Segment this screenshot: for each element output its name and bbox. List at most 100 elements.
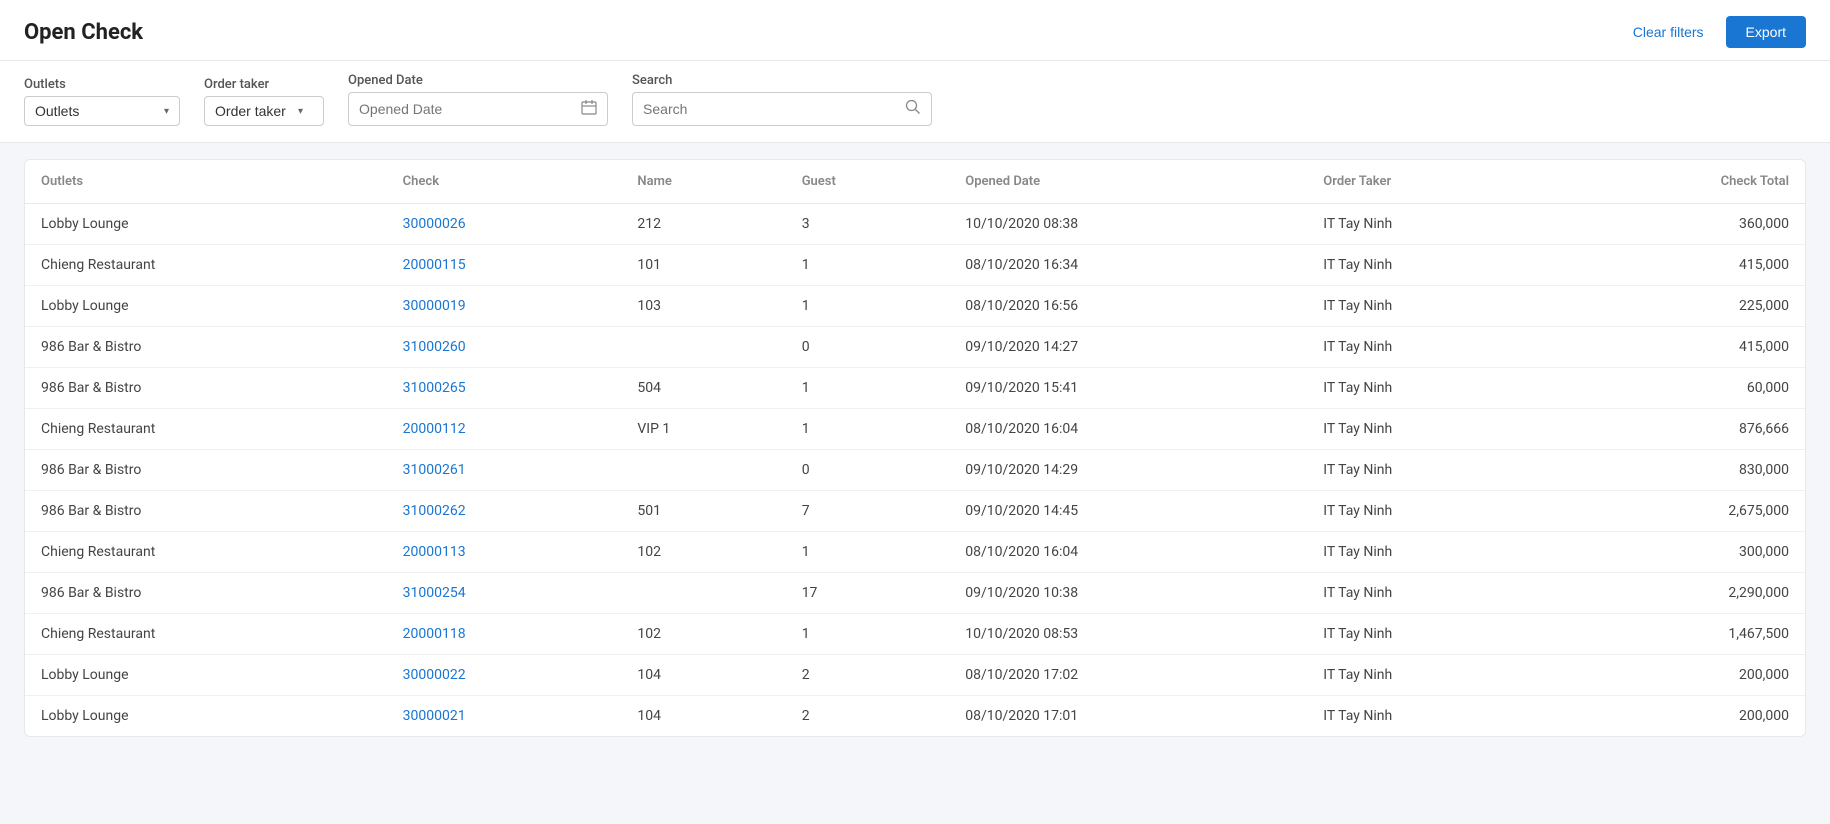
cell-check: 20000113	[387, 532, 622, 573]
cell-check-total: 225,000	[1557, 286, 1805, 327]
table-row: 986 Bar & Bistro 31000254 17 09/10/2020 …	[25, 573, 1805, 614]
cell-order-taker: IT Tay Ninh	[1307, 327, 1556, 368]
check-link[interactable]: 20000115	[403, 257, 466, 273]
cell-name: 104	[621, 655, 785, 696]
search-input-wrapper[interactable]	[632, 92, 932, 126]
cell-name: 103	[621, 286, 785, 327]
cell-outlet: Chieng Restaurant	[25, 614, 387, 655]
cell-name: 101	[621, 245, 785, 286]
calendar-icon	[581, 99, 597, 119]
opened-date-input-wrapper[interactable]	[348, 92, 608, 126]
header-actions: Clear filters Export	[1623, 16, 1806, 48]
cell-name	[621, 573, 785, 614]
opened-date-filter-label: Opened Date	[348, 73, 608, 88]
search-filter-label: Search	[632, 73, 932, 88]
cell-check: 30000021	[387, 696, 622, 737]
check-link[interactable]: 30000019	[403, 298, 466, 314]
cell-opened-date: 08/10/2020 16:04	[949, 409, 1307, 450]
cell-outlet: 986 Bar & Bistro	[25, 573, 387, 614]
cell-order-taker: IT Tay Ninh	[1307, 532, 1556, 573]
cell-opened-date: 08/10/2020 17:01	[949, 696, 1307, 737]
check-link[interactable]: 31000261	[403, 462, 466, 478]
order-taker-filter-label: Order taker	[204, 77, 324, 92]
cell-opened-date: 09/10/2020 14:27	[949, 327, 1307, 368]
cell-check-total: 2,675,000	[1557, 491, 1805, 532]
order-taker-select[interactable]: Order taker IT Tay Ninh	[215, 103, 294, 119]
check-link[interactable]: 30000021	[403, 708, 466, 724]
cell-guest: 1	[786, 532, 950, 573]
table-row: Chieng Restaurant 20000113 102 1 08/10/2…	[25, 532, 1805, 573]
cell-guest: 1	[786, 409, 950, 450]
cell-guest: 1	[786, 614, 950, 655]
cell-check: 31000260	[387, 327, 622, 368]
outlets-filter-group: Outlets Outlets Lobby Lounge Chieng Rest…	[24, 77, 180, 126]
table-row: Lobby Lounge 30000022 104 2 08/10/2020 1…	[25, 655, 1805, 696]
col-outlets: Outlets	[25, 160, 387, 204]
cell-order-taker: IT Tay Ninh	[1307, 204, 1556, 245]
cell-check-total: 415,000	[1557, 245, 1805, 286]
table-row: 986 Bar & Bistro 31000260 0 09/10/2020 1…	[25, 327, 1805, 368]
opened-date-input[interactable]	[359, 101, 581, 117]
cell-check: 20000118	[387, 614, 622, 655]
col-check: Check	[387, 160, 622, 204]
table-row: 986 Bar & Bistro 31000261 0 09/10/2020 1…	[25, 450, 1805, 491]
cell-check: 20000112	[387, 409, 622, 450]
cell-outlet: 986 Bar & Bistro	[25, 327, 387, 368]
cell-guest: 17	[786, 573, 950, 614]
table-row: 986 Bar & Bistro 31000262 501 7 09/10/20…	[25, 491, 1805, 532]
cell-name: 501	[621, 491, 785, 532]
cell-opened-date: 09/10/2020 15:41	[949, 368, 1307, 409]
cell-order-taker: IT Tay Ninh	[1307, 368, 1556, 409]
cell-guest: 2	[786, 696, 950, 737]
cell-check: 20000115	[387, 245, 622, 286]
cell-check: 31000261	[387, 450, 622, 491]
clear-filters-button[interactable]: Clear filters	[1623, 18, 1714, 46]
table-row: Chieng Restaurant 20000118 102 1 10/10/2…	[25, 614, 1805, 655]
cell-outlet: Lobby Lounge	[25, 286, 387, 327]
check-link[interactable]: 31000265	[403, 380, 466, 396]
search-icon	[905, 99, 921, 119]
cell-guest: 1	[786, 368, 950, 409]
cell-opened-date: 10/10/2020 08:38	[949, 204, 1307, 245]
cell-order-taker: IT Tay Ninh	[1307, 286, 1556, 327]
cell-outlet: Lobby Lounge	[25, 696, 387, 737]
cell-guest: 1	[786, 286, 950, 327]
check-link[interactable]: 31000254	[403, 585, 466, 601]
check-link[interactable]: 31000260	[403, 339, 466, 355]
cell-guest: 2	[786, 655, 950, 696]
check-link[interactable]: 20000112	[403, 421, 466, 437]
cell-check: 31000262	[387, 491, 622, 532]
check-link[interactable]: 30000026	[403, 216, 466, 232]
outlets-select-wrapper[interactable]: Outlets Lobby Lounge Chieng Restaurant 9…	[24, 96, 180, 126]
cell-check-total: 1,467,500	[1557, 614, 1805, 655]
outlets-chevron-icon: ▾	[164, 106, 169, 117]
check-link[interactable]: 20000113	[403, 544, 466, 560]
cell-outlet: 986 Bar & Bistro	[25, 491, 387, 532]
search-input[interactable]	[643, 101, 905, 117]
col-opened-date: Opened Date	[949, 160, 1307, 204]
cell-check-total: 415,000	[1557, 327, 1805, 368]
cell-outlet: Lobby Lounge	[25, 655, 387, 696]
col-order-taker: Order Taker	[1307, 160, 1556, 204]
cell-guest: 1	[786, 245, 950, 286]
table-body: Lobby Lounge 30000026 212 3 10/10/2020 0…	[25, 204, 1805, 737]
outlets-select[interactable]: Outlets Lobby Lounge Chieng Restaurant 9…	[35, 103, 160, 119]
cell-outlet: Lobby Lounge	[25, 204, 387, 245]
cell-check: 31000265	[387, 368, 622, 409]
cell-check: 30000026	[387, 204, 622, 245]
page-title: Open Check	[24, 20, 143, 45]
outlets-filter-label: Outlets	[24, 77, 180, 92]
cell-guest: 3	[786, 204, 950, 245]
cell-check-total: 876,666	[1557, 409, 1805, 450]
cell-check-total: 200,000	[1557, 655, 1805, 696]
cell-order-taker: IT Tay Ninh	[1307, 245, 1556, 286]
check-link[interactable]: 31000262	[403, 503, 466, 519]
check-link[interactable]: 30000022	[403, 667, 466, 683]
cell-order-taker: IT Tay Ninh	[1307, 409, 1556, 450]
export-button[interactable]: Export	[1726, 16, 1806, 48]
col-check-total: Check Total	[1557, 160, 1805, 204]
check-link[interactable]: 20000118	[403, 626, 466, 642]
cell-check-total: 200,000	[1557, 696, 1805, 737]
order-taker-select-wrapper[interactable]: Order taker IT Tay Ninh ▾	[204, 96, 324, 126]
order-taker-chevron-icon: ▾	[298, 106, 303, 117]
